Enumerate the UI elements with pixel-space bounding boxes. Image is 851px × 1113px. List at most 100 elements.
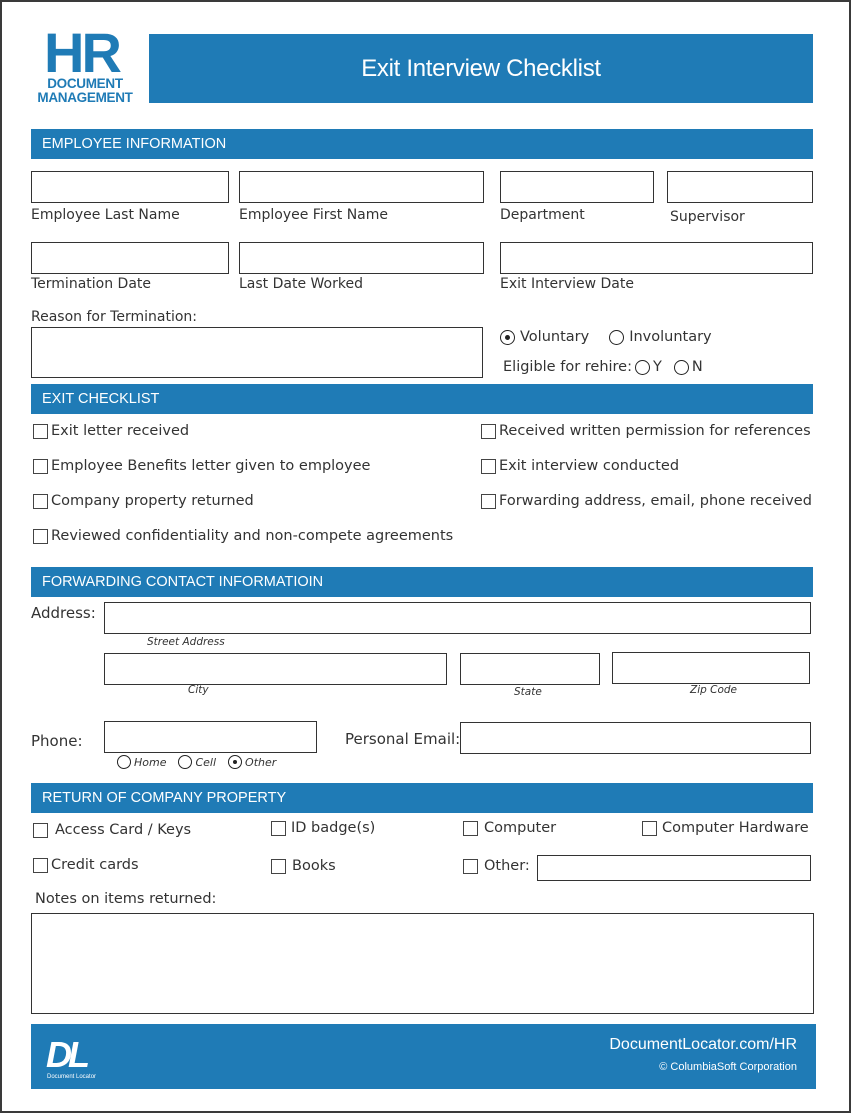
checklist-item[interactable]: Forwarding address, email, phone receive… xyxy=(481,493,812,509)
checkbox-icon xyxy=(463,858,478,874)
last-name-field[interactable] xyxy=(31,171,229,203)
document-locator-logo: DL Document Locator xyxy=(45,1034,105,1080)
supervisor-field[interactable] xyxy=(667,171,813,203)
department-field[interactable] xyxy=(500,171,654,203)
radio-phone-home-label: Home xyxy=(134,755,167,769)
property-item-computer-hardware[interactable]: Computer Hardware xyxy=(642,820,809,836)
property-item-label: Books xyxy=(292,858,336,874)
radio-phone-other[interactable]: Other xyxy=(228,755,276,769)
footer-copyright: © ColumbiaSoft Corporation xyxy=(659,1061,797,1073)
hr-logo-subtitle: DOCUMENT MANAGEMENT xyxy=(32,77,138,104)
supervisor-label: Supervisor xyxy=(670,209,745,225)
radio-unselected-icon xyxy=(609,329,625,345)
section-forwarding-contact: FORWARDING CONTACT INFORMATIOIN xyxy=(31,567,813,597)
radio-phone-home[interactable]: Home xyxy=(117,755,166,769)
termination-type-group: Voluntary Involuntary xyxy=(500,329,712,345)
hr-logo: HR xyxy=(44,21,122,84)
city-field[interactable] xyxy=(104,653,447,685)
property-item-label: Computer Hardware xyxy=(662,820,809,836)
radio-rehire-yes-label: Y xyxy=(653,359,662,375)
property-item-label: ID badge(s) xyxy=(291,820,376,836)
termination-date-label: Termination Date xyxy=(31,276,152,292)
city-caption: City xyxy=(188,684,209,696)
rehire-label: Eligible for rehire: xyxy=(503,359,632,375)
exit-interview-date-field[interactable] xyxy=(500,242,813,274)
logo-sub-line-2: MANAGEMENT xyxy=(37,89,133,105)
radio-rehire-no-label: N xyxy=(691,359,703,375)
personal-email-label: Personal Email: xyxy=(345,730,461,748)
state-caption: State xyxy=(514,686,542,698)
property-item-label: Other: xyxy=(484,858,530,874)
radio-unselected-icon xyxy=(178,755,193,769)
exit-interview-date-label: Exit Interview Date xyxy=(500,276,634,292)
last-date-worked-field[interactable] xyxy=(239,242,484,274)
state-field[interactable] xyxy=(460,653,600,685)
footer-url-link[interactable]: DocumentLocator.com/HR xyxy=(609,1036,797,1054)
radio-rehire-yes[interactable]: Y xyxy=(635,359,662,375)
property-item-label: Computer xyxy=(484,820,557,836)
property-item-id-badge[interactable]: ID badge(s) xyxy=(271,820,375,836)
radio-rehire-no[interactable]: N xyxy=(673,359,703,375)
property-item-computer[interactable]: Computer xyxy=(463,820,556,836)
checklist-item-label: Exit letter received xyxy=(51,423,190,439)
checklist-item-label: Employee Benefits letter given to employ… xyxy=(51,458,371,474)
checklist-item[interactable]: Received written permission for referenc… xyxy=(481,423,811,439)
checkbox-icon xyxy=(33,458,48,474)
checkbox-icon xyxy=(481,423,496,439)
radio-unselected-icon xyxy=(117,755,131,769)
radio-voluntary[interactable]: Voluntary xyxy=(500,329,589,345)
footer-banner xyxy=(31,1024,816,1089)
exit-interview-form: HR DOCUMENT MANAGEMENT Exit Interview Ch… xyxy=(0,0,851,1113)
termination-date-field[interactable] xyxy=(31,242,229,274)
phone-label: Phone: xyxy=(31,732,83,750)
radio-voluntary-label: Voluntary xyxy=(520,329,590,345)
checkbox-icon xyxy=(463,820,478,836)
zip-code-caption: Zip Code xyxy=(690,684,737,696)
property-item-label: Credit cards xyxy=(51,857,139,873)
radio-unselected-icon xyxy=(673,359,689,375)
dl-logo-icon: DL Document Locator xyxy=(46,1034,96,1080)
page-title: Exit Interview Checklist xyxy=(361,54,601,82)
radio-phone-cell[interactable]: Cell xyxy=(178,755,216,769)
street-address-caption: Street Address xyxy=(147,636,225,648)
checkbox-icon xyxy=(33,493,48,509)
section-return-of-property: RETURN OF COMPANY PROPERTY xyxy=(31,783,813,813)
checkbox-icon xyxy=(642,820,657,836)
radio-unselected-icon xyxy=(635,359,650,375)
zip-code-field[interactable] xyxy=(612,652,810,684)
property-item-other[interactable]: Other: xyxy=(463,858,530,874)
radio-involuntary[interactable]: Involuntary xyxy=(609,329,712,345)
radio-selected-icon xyxy=(500,329,515,345)
first-name-field[interactable] xyxy=(239,171,484,203)
radio-selected-icon xyxy=(228,755,243,769)
property-item-credit-cards[interactable]: Credit cards xyxy=(33,857,139,873)
street-address-field[interactable] xyxy=(104,602,811,634)
first-name-label: Employee First Name xyxy=(239,207,389,223)
checklist-item[interactable]: Reviewed confidentiality and non-compete… xyxy=(33,528,453,544)
address-label: Address: xyxy=(31,604,96,622)
checklist-item-label: Reviewed confidentiality and non-compete… xyxy=(51,528,454,544)
personal-email-field[interactable] xyxy=(460,722,811,754)
checklist-item[interactable]: Employee Benefits letter given to employ… xyxy=(33,458,370,474)
checkbox-icon xyxy=(33,822,48,838)
phone-field[interactable] xyxy=(104,721,317,753)
notes-textarea[interactable] xyxy=(31,913,814,1014)
notes-label: Notes on items returned: xyxy=(35,891,217,907)
checkbox-icon xyxy=(33,423,48,439)
checkbox-icon xyxy=(481,458,496,474)
checkbox-icon xyxy=(271,858,286,874)
other-property-field[interactable] xyxy=(537,855,811,881)
checkbox-icon xyxy=(33,528,48,544)
checklist-item[interactable]: Company property returned xyxy=(33,493,254,509)
property-item-access-card[interactable]: Access Card / Keys xyxy=(33,822,191,838)
checklist-item[interactable]: Exit interview conducted xyxy=(481,458,679,474)
reason-label: Reason for Termination: xyxy=(31,309,197,325)
section-exit-checklist: EXIT CHECKLIST xyxy=(31,384,813,414)
checklist-item[interactable]: Exit letter received xyxy=(33,423,189,439)
checklist-item-label: Company property returned xyxy=(51,493,254,509)
dl-logo-mark: DL xyxy=(46,1034,88,1075)
phone-type-group: Home Cell Other xyxy=(117,755,276,769)
property-item-books[interactable]: Books xyxy=(271,858,336,874)
reason-textarea[interactable] xyxy=(31,327,483,378)
property-item-label: Access Card / Keys xyxy=(55,822,192,838)
